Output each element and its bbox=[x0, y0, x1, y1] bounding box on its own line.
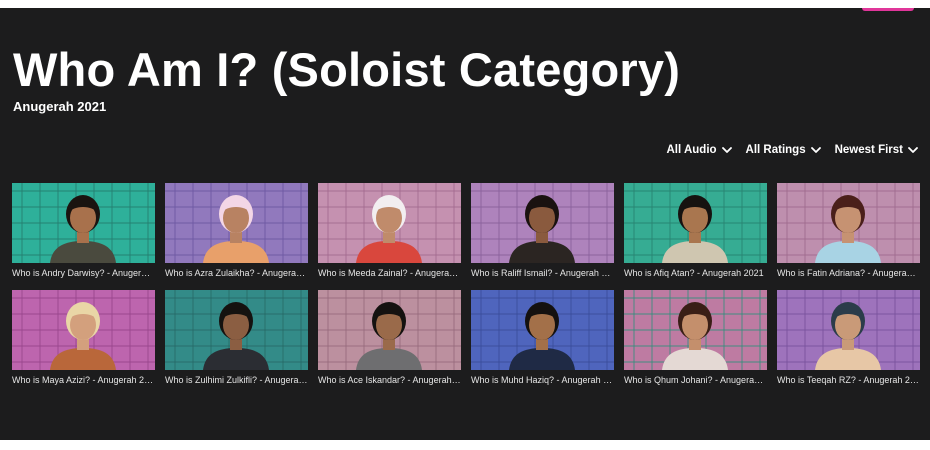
video-title[interactable]: Who is Maya Azizi? - Anugerah 2021 bbox=[12, 375, 155, 386]
video-title[interactable]: Who is Azra Zulaikha? - Anugerah 2021 bbox=[165, 268, 308, 279]
chevron-down-icon bbox=[721, 146, 732, 154]
video-card[interactable]: Who is Andry Darwisy? - Anugerah 2021 bbox=[12, 183, 155, 279]
top-accent-bar bbox=[862, 8, 914, 11]
video-thumbnail[interactable] bbox=[12, 290, 155, 370]
video-thumbnail[interactable] bbox=[471, 183, 614, 263]
video-grid: Who is Andry Darwisy? - Anugerah 2021 Who… bbox=[12, 183, 920, 386]
video-thumbnail[interactable] bbox=[777, 290, 920, 370]
filter-label: All Ratings bbox=[745, 144, 806, 156]
video-title[interactable]: Who is Zulhimi Zulkifli? - Anugerah 2021 bbox=[165, 375, 308, 386]
video-thumbnail[interactable] bbox=[624, 290, 767, 370]
video-card[interactable]: Who is Meeda Zainal? - Anugerah 2021 bbox=[318, 183, 461, 279]
video-card[interactable]: Who is Azra Zulaikha? - Anugerah 2021 bbox=[165, 183, 308, 279]
video-card[interactable]: Who is Muhd Haziq? - Anugerah 2021 bbox=[471, 290, 614, 386]
video-card[interactable]: Who is Raliff Ismail? - Anugerah 2021 bbox=[471, 183, 614, 279]
video-card[interactable]: Who is Afiq Atan? - Anugerah 2021 bbox=[624, 183, 767, 279]
video-thumbnail[interactable] bbox=[318, 183, 461, 263]
video-card[interactable]: Who is Maya Azizi? - Anugerah 2021 bbox=[12, 290, 155, 386]
filter-label: All Audio bbox=[666, 144, 717, 156]
video-title[interactable]: Who is Teeqah RZ? - Anugerah 2021 bbox=[777, 375, 920, 386]
video-card[interactable]: Who is Zulhimi Zulkifli? - Anugerah 2021 bbox=[165, 290, 308, 386]
video-thumbnail[interactable] bbox=[165, 183, 308, 263]
video-thumbnail[interactable] bbox=[318, 290, 461, 370]
video-thumbnail[interactable] bbox=[12, 183, 155, 263]
filter-sort-order[interactable]: Newest First bbox=[835, 144, 918, 156]
video-thumbnail[interactable] bbox=[624, 183, 767, 263]
bottom-strip bbox=[0, 440, 930, 450]
video-thumbnail[interactable] bbox=[165, 290, 308, 370]
video-card[interactable]: Who is Ace Iskandar? - Anugerah 2021 bbox=[318, 290, 461, 386]
video-title[interactable]: Who is Raliff Ismail? - Anugerah 2021 bbox=[471, 268, 614, 279]
video-title[interactable]: Who is Andry Darwisy? - Anugerah 2021 bbox=[12, 268, 155, 279]
chevron-down-icon bbox=[810, 146, 821, 154]
video-title[interactable]: Who is Ace Iskandar? - Anugerah 2021 bbox=[318, 375, 461, 386]
video-card[interactable]: Who is Fatin Adriana? - Anugerah 2021 bbox=[777, 183, 920, 279]
video-card[interactable]: Who is Qhum Johani? - Anugerah 2021 bbox=[624, 290, 767, 386]
video-thumbnail[interactable] bbox=[777, 183, 920, 263]
chevron-down-icon bbox=[908, 146, 918, 154]
filter-label: Newest First bbox=[834, 144, 903, 156]
video-title[interactable]: Who is Fatin Adriana? - Anugerah 2021 bbox=[777, 268, 920, 279]
page-title: Who Am I? (Soloist Category) bbox=[13, 43, 681, 96]
filter-all-audio[interactable]: All Audio bbox=[667, 144, 732, 156]
page-background: Who Am I? (Soloist Category) Anugerah 20… bbox=[0, 8, 930, 440]
video-title[interactable]: Who is Muhd Haziq? - Anugerah 2021 bbox=[471, 375, 614, 386]
filter-all-ratings[interactable]: All Ratings bbox=[746, 144, 821, 156]
video-title[interactable]: Who is Afiq Atan? - Anugerah 2021 bbox=[624, 268, 767, 279]
video-title[interactable]: Who is Meeda Zainal? - Anugerah 2021 bbox=[318, 268, 461, 279]
video-card[interactable]: Who is Teeqah RZ? - Anugerah 2021 bbox=[777, 290, 920, 386]
filter-bar: All Audio All Ratings Newest First bbox=[667, 144, 919, 156]
video-thumbnail[interactable] bbox=[471, 290, 614, 370]
video-title[interactable]: Who is Qhum Johani? - Anugerah 2021 bbox=[624, 375, 767, 386]
page-subtitle: Anugerah 2021 bbox=[13, 99, 107, 114]
